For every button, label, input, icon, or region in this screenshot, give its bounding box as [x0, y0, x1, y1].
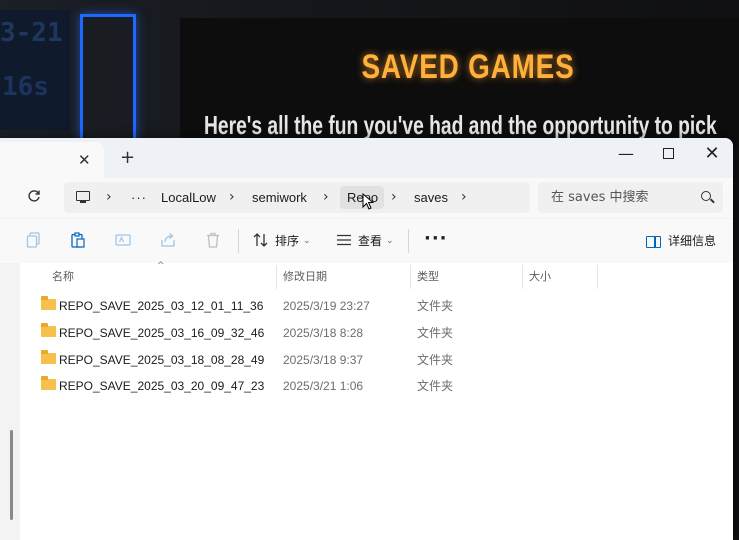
- file-type: 文件夹: [417, 353, 454, 367]
- delete-icon[interactable]: [205, 232, 221, 248]
- game-subtitle: Here's all the fun you've had and the op…: [204, 110, 717, 140]
- file-row[interactable]: REPO_SAVE_2025_03_18_08_28_49 2025/3/18 …: [20, 347, 733, 373]
- file-row[interactable]: REPO_SAVE_2025_03_16_09_32_46 2025/3/18 …: [20, 320, 733, 346]
- game-highlight-frame: [80, 14, 136, 148]
- file-type: 文件夹: [417, 379, 454, 393]
- folder-icon: [41, 376, 56, 390]
- column-divider[interactable]: [597, 265, 598, 289]
- details-pane-icon[interactable]: [646, 236, 661, 248]
- sort-ascending-icon: ^: [157, 261, 165, 271]
- view-button[interactable]: 查看: [358, 219, 382, 263]
- column-divider[interactable]: [276, 265, 277, 289]
- title-bar: ✕ + — ✕: [0, 138, 733, 178]
- search-icon[interactable]: [701, 191, 711, 201]
- column-header-size[interactable]: 大小: [529, 263, 551, 291]
- file-type: 文件夹: [417, 326, 454, 340]
- column-header-name[interactable]: 名称: [52, 263, 74, 291]
- breadcrumb-separator[interactable]: ›: [391, 182, 397, 213]
- game-title: SAVED GAMES: [361, 48, 575, 86]
- navigation-scrollbar[interactable]: [10, 430, 13, 520]
- copy-icon[interactable]: [26, 232, 42, 248]
- search-placeholder[interactable]: 在 saves 中搜索: [551, 182, 648, 213]
- game-counter-top: 3-21: [0, 18, 63, 48]
- details-button[interactable]: 详细信息: [668, 219, 716, 263]
- file-name: REPO_SAVE_2025_03_16_09_32_46: [59, 326, 265, 340]
- column-header-type[interactable]: 类型: [417, 263, 439, 291]
- command-bar: 排序 ⌄ 查看 ⌄ ··· 详细信息: [0, 219, 733, 264]
- file-name: REPO_SAVE_2025_03_12_01_11_36: [59, 299, 264, 313]
- this-pc-icon[interactable]: [76, 191, 90, 203]
- file-row[interactable]: REPO_SAVE_2025_03_12_01_11_36 2025/3/19 …: [20, 293, 733, 319]
- file-row[interactable]: REPO_SAVE_2025_03_20_09_47_23 2025/3/21 …: [20, 373, 733, 399]
- breadcrumb-separator[interactable]: ›: [229, 182, 235, 213]
- refresh-button[interactable]: [26, 188, 42, 208]
- mouse-cursor-icon: [362, 193, 374, 210]
- close-window-button[interactable]: ✕: [690, 141, 733, 167]
- rename-icon[interactable]: [115, 232, 131, 248]
- paste-icon[interactable]: [70, 232, 86, 248]
- view-chevron-down-icon[interactable]: ⌄: [386, 219, 394, 263]
- breadcrumb-separator[interactable]: ›: [106, 182, 112, 213]
- breadcrumb-more[interactable]: ···: [131, 182, 147, 213]
- folder-icon: [41, 323, 56, 337]
- explorer-tab[interactable]: ✕: [0, 142, 104, 178]
- breadcrumb-semiwork[interactable]: semiwork: [252, 182, 307, 213]
- search-box[interactable]: 在 saves 中搜索: [538, 182, 723, 213]
- address-bar[interactable]: › ··· LocalLow › semiwork › Repo › saves…: [64, 182, 530, 213]
- file-name: REPO_SAVE_2025_03_18_08_28_49: [59, 353, 265, 367]
- sort-icon[interactable]: [253, 232, 269, 248]
- folder-icon: [41, 296, 56, 310]
- view-icon[interactable]: [336, 232, 352, 248]
- more-options-button[interactable]: ···: [424, 219, 448, 259]
- toolbar-divider: [408, 229, 409, 253]
- file-date: 2025/3/21 1:06: [283, 379, 364, 393]
- breadcrumb-separator[interactable]: ›: [323, 182, 329, 213]
- file-name: REPO_SAVE_2025_03_20_09_47_23: [59, 379, 265, 393]
- column-divider[interactable]: [410, 265, 411, 289]
- share-icon[interactable]: [160, 232, 176, 248]
- file-date: 2025/3/18 8:28: [283, 326, 364, 340]
- breadcrumb-locallow[interactable]: LocalLow: [161, 182, 216, 213]
- column-divider[interactable]: [522, 265, 523, 289]
- toolbar-divider: [238, 229, 239, 253]
- column-header-date[interactable]: 修改日期: [283, 263, 327, 291]
- minimize-button[interactable]: —: [604, 141, 648, 167]
- file-date: 2025/3/19 23:27: [283, 299, 370, 313]
- file-list: ^ 名称 修改日期 类型 大小 REPO_SAVE_2025_03_12_01_…: [20, 261, 733, 540]
- breadcrumb-saves[interactable]: saves: [414, 182, 448, 213]
- file-type: 文件夹: [417, 299, 454, 313]
- folder-icon: [41, 350, 56, 364]
- new-tab-button[interactable]: +: [120, 149, 135, 167]
- maximize-button[interactable]: [646, 141, 690, 167]
- sort-chevron-down-icon[interactable]: ⌄: [303, 219, 311, 263]
- file-date: 2025/3/18 9:37: [283, 353, 364, 367]
- sort-button[interactable]: 排序: [275, 219, 299, 263]
- game-counter-bottom: 16s: [2, 72, 49, 102]
- refresh-icon: [28, 190, 40, 202]
- breadcrumb-separator[interactable]: ›: [461, 182, 467, 213]
- maximize-icon: [662, 148, 674, 159]
- tab-close-icon[interactable]: ✕: [78, 153, 91, 168]
